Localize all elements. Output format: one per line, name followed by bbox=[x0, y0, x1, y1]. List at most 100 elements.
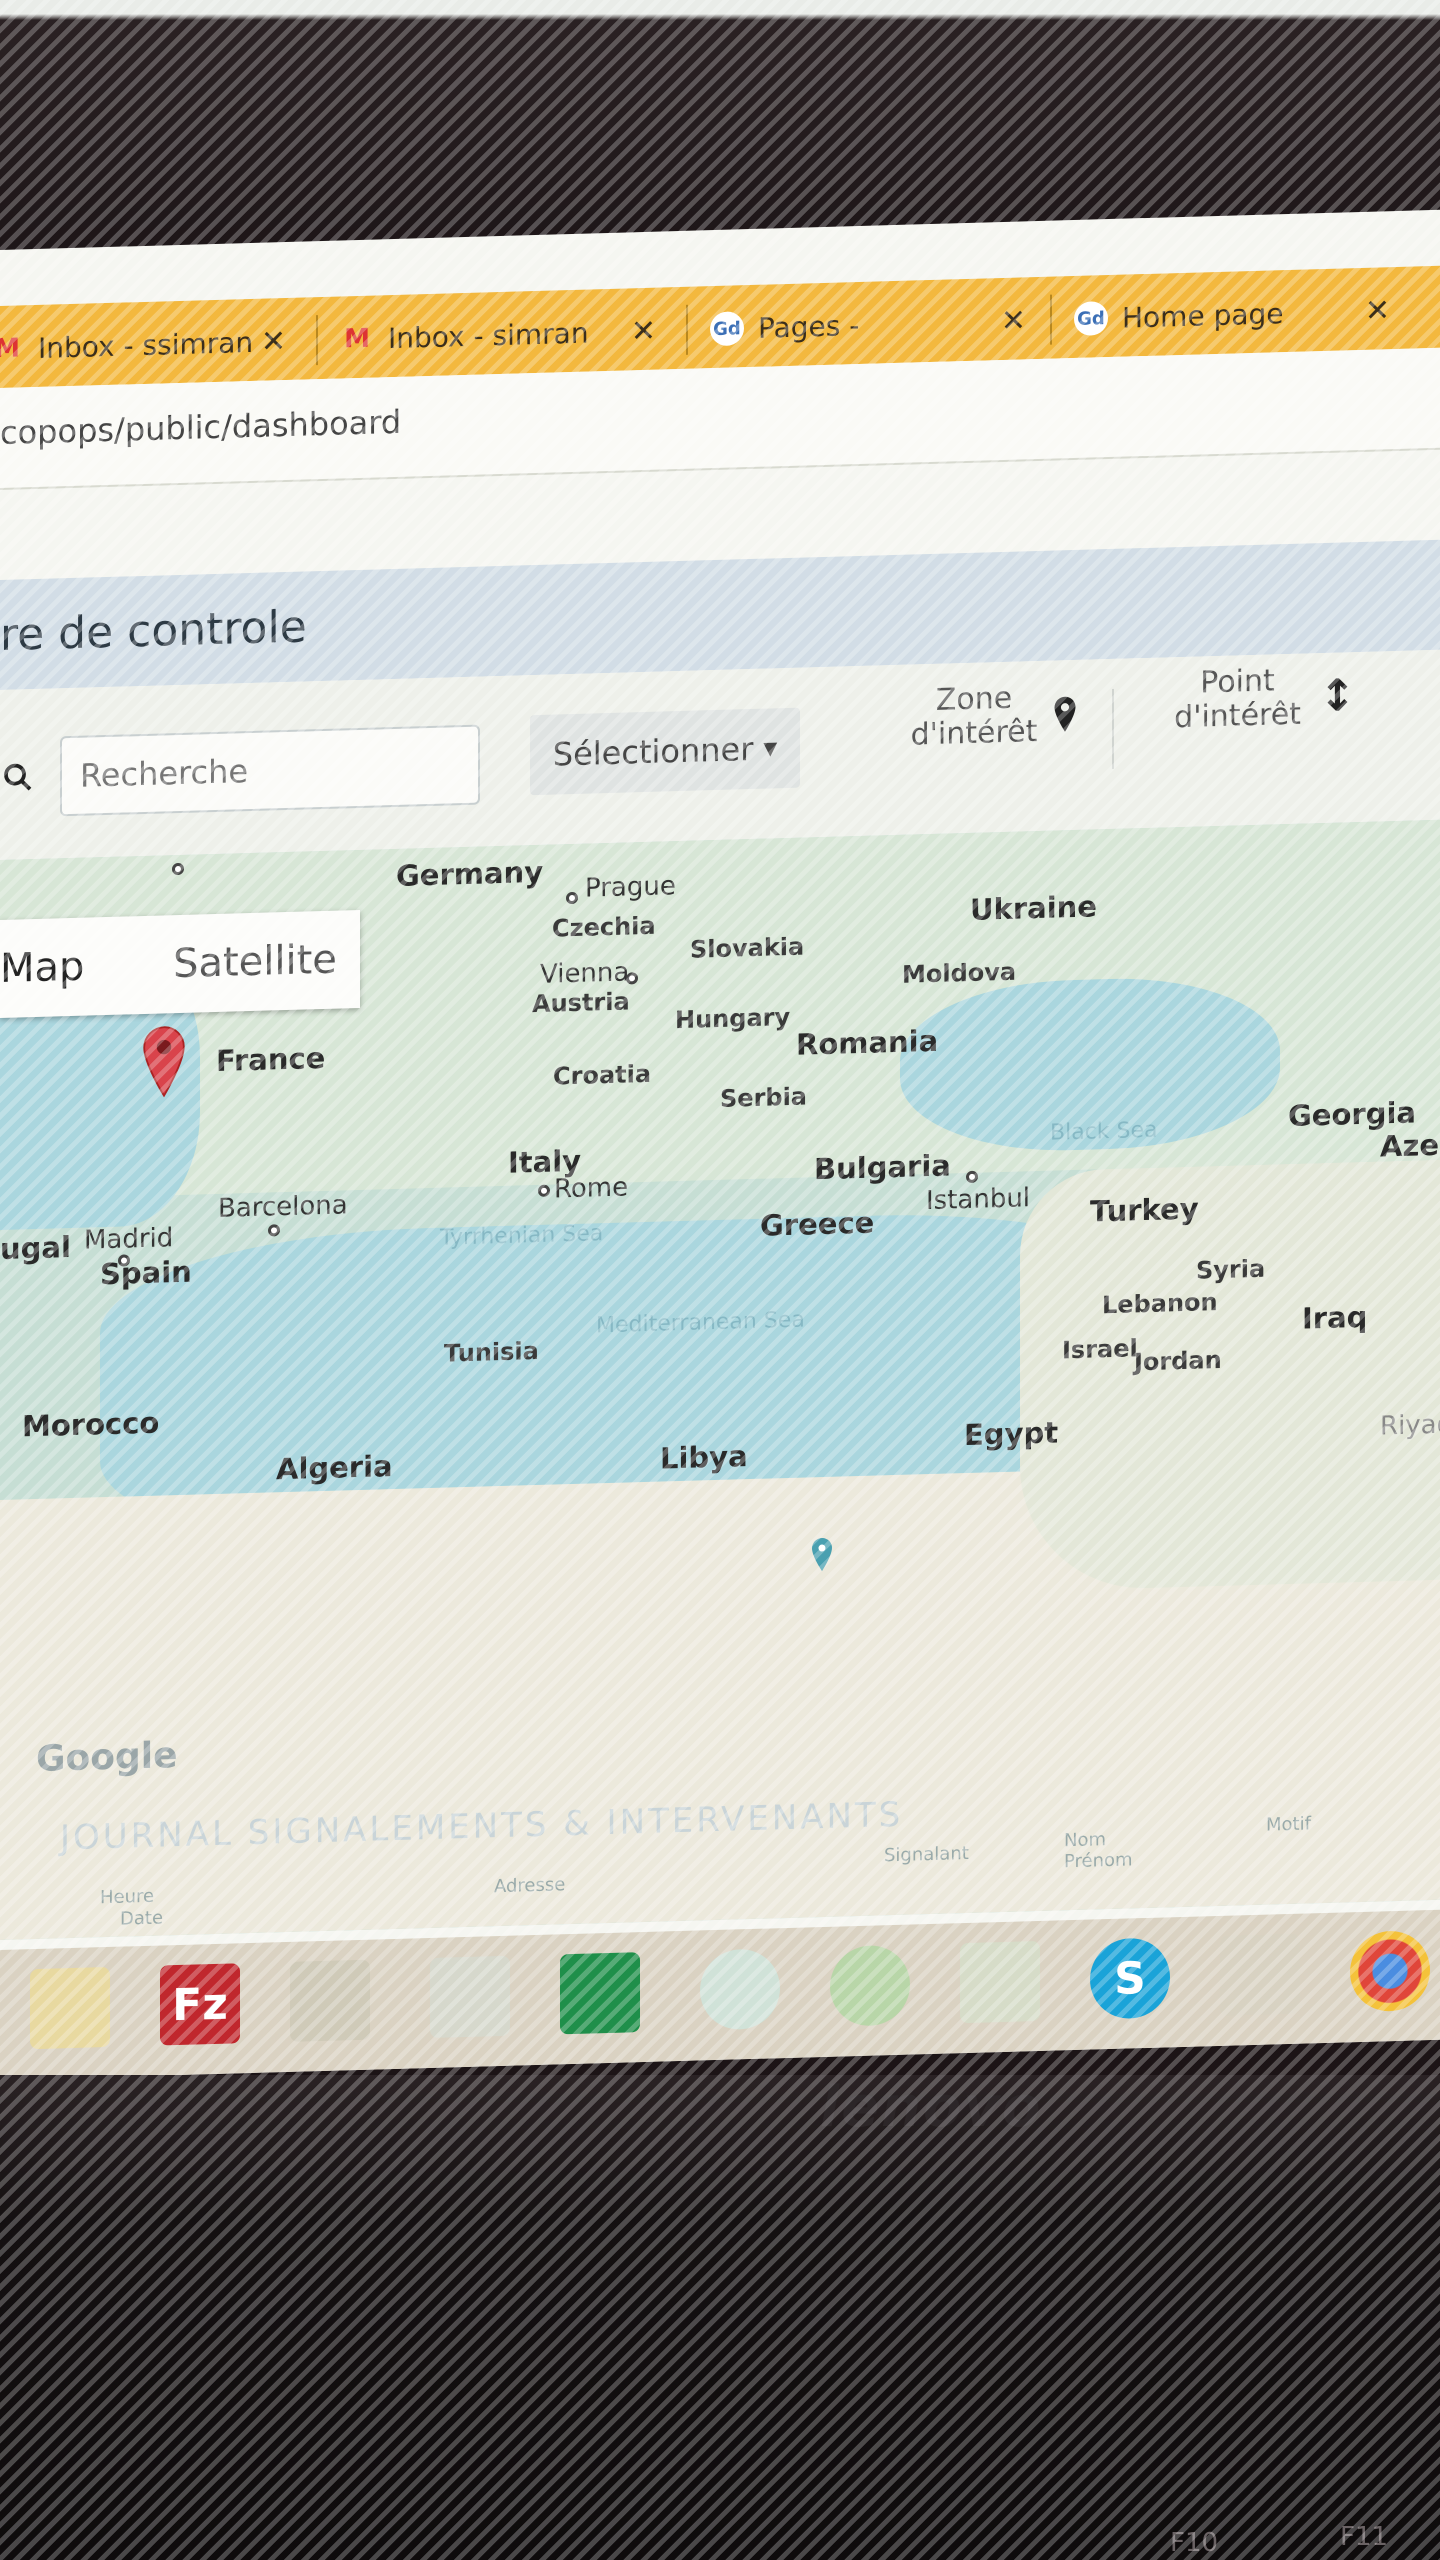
label-lebanon: Lebanon bbox=[1102, 1287, 1218, 1320]
toolbar-divider bbox=[1112, 688, 1114, 769]
laptop-brand-logo: lenovo bbox=[820, 2075, 1043, 2140]
label-germany: Germany bbox=[396, 854, 544, 893]
label-rome: Rome bbox=[554, 1172, 629, 1205]
label-serbia: Serbia bbox=[720, 1082, 807, 1113]
label-bulgaria: Bulgaria bbox=[814, 1148, 951, 1187]
point-of-interest-button[interactable]: Point d'intérêt ↕ bbox=[1140, 661, 1390, 778]
column-header-name: Nom Prénom bbox=[1064, 1829, 1133, 1873]
key-f11: F11 bbox=[1340, 2522, 1389, 2552]
map-pin-icon bbox=[1054, 696, 1076, 732]
column-header-address: Adresse bbox=[494, 1874, 566, 1898]
label-prague: Prague bbox=[585, 871, 676, 904]
gmail-icon: M bbox=[0, 333, 20, 365]
store-icon[interactable] bbox=[560, 1952, 640, 2035]
label-israel: Israel bbox=[1062, 1334, 1138, 1365]
tab-inbox-1[interactable]: M Inbox - ssimran ✕ bbox=[0, 306, 300, 385]
red-map-marker-icon[interactable] bbox=[142, 1025, 186, 1098]
map-view[interactable]: Germany Czechia Slovakia Ukraine Moldova… bbox=[0, 819, 1440, 1941]
label-moldova: Moldova bbox=[902, 957, 1017, 989]
close-icon[interactable]: ✕ bbox=[261, 324, 286, 360]
label-azerbaijan: Aze bbox=[1380, 1127, 1439, 1164]
label-hungary: Hungary bbox=[675, 1002, 791, 1035]
label-madrid: Madrid bbox=[84, 1223, 174, 1256]
tab-divider bbox=[1050, 294, 1052, 345]
file-explorer-icon[interactable] bbox=[290, 1959, 370, 2042]
edge-icon[interactable] bbox=[700, 1948, 780, 2031]
label-iraq: Iraq bbox=[1302, 1299, 1368, 1336]
chrome-icon[interactable] bbox=[1350, 1930, 1430, 2013]
label-georgia: Georgia bbox=[1288, 1095, 1416, 1134]
label-black-sea: Black Sea bbox=[1050, 1117, 1158, 1146]
mail-icon[interactable] bbox=[430, 1955, 510, 2038]
site-icon: Gd bbox=[1074, 301, 1108, 337]
app-icon[interactable] bbox=[960, 1940, 1040, 2024]
select-label: Sélectionner bbox=[552, 729, 754, 774]
label-istanbul: Istanbul bbox=[926, 1183, 1031, 1217]
label-egypt: Egypt bbox=[964, 1415, 1059, 1453]
teal-map-marker-icon[interactable] bbox=[810, 1537, 834, 1574]
point-label-line2: d'intérêt bbox=[1174, 696, 1301, 736]
map-type-satellite-button[interactable]: Satellite bbox=[150, 910, 360, 1014]
label-jordan: Jordan bbox=[1134, 1345, 1222, 1377]
caret-down-icon: ▼ bbox=[763, 737, 778, 760]
land-middle-east bbox=[1020, 1159, 1440, 1592]
label-algeria: Algeria bbox=[276, 1449, 393, 1487]
label-slovakia: Slovakia bbox=[690, 932, 805, 964]
windows-taskbar: Fz S bbox=[0, 1909, 1440, 2080]
label-tyrrhenian-sea: Tyrrhenian Sea bbox=[440, 1221, 604, 1251]
label-tunisia: Tunisia bbox=[444, 1336, 539, 1368]
point-label-line1: Point bbox=[1200, 663, 1275, 701]
close-icon[interactable]: ✕ bbox=[631, 313, 656, 349]
zone-of-interest-button[interactable]: Zone d'intérêt bbox=[880, 679, 1110, 795]
label-syria: Syria bbox=[1196, 1254, 1266, 1285]
column-header-reason: Motif bbox=[1266, 1813, 1311, 1836]
label-vienna: Vienna bbox=[540, 957, 630, 990]
city-marker bbox=[966, 1170, 978, 1184]
zone-label-line1: Zone bbox=[935, 680, 1013, 718]
column-header-time: Heure bbox=[100, 1885, 155, 1909]
tab-inbox-2[interactable]: M Inbox - simran ✕ bbox=[340, 295, 670, 374]
label-austria: Austria bbox=[532, 987, 630, 1019]
key-f10: F10 bbox=[1170, 2528, 1219, 2558]
tab-divider bbox=[686, 304, 688, 355]
paint-icon[interactable] bbox=[1220, 1933, 1300, 2016]
label-turkey: Turkey bbox=[1090, 1191, 1199, 1229]
tab-label: Home page bbox=[1122, 296, 1284, 335]
gmail-icon: M bbox=[344, 323, 370, 355]
app-icon[interactable] bbox=[830, 1944, 910, 2027]
label-spain: Spain bbox=[100, 1254, 192, 1292]
select-dropdown[interactable]: Sélectionner ▼ bbox=[530, 707, 800, 796]
site-icon: Gd bbox=[710, 311, 744, 347]
label-riyadh: Riyad bbox=[1380, 1409, 1440, 1442]
close-icon[interactable]: ✕ bbox=[1365, 293, 1390, 329]
url-text[interactable]: copops/public/dashboard bbox=[0, 403, 401, 452]
label-czechia: Czechia bbox=[552, 911, 656, 943]
folder-icon[interactable] bbox=[30, 1966, 110, 2050]
close-icon[interactable]: ✕ bbox=[1001, 303, 1026, 339]
tab-home-page[interactable]: Gd Home page ✕ bbox=[1074, 275, 1404, 354]
map-type-map-button[interactable]: Map bbox=[0, 916, 150, 1018]
skype-icon[interactable]: S bbox=[1090, 1937, 1170, 2020]
vertical-arrows-icon: ↕ bbox=[1318, 670, 1356, 723]
map-type-control: Map Satellite bbox=[0, 909, 360, 1018]
label-croatia: Croatia bbox=[553, 1059, 652, 1091]
filezilla-icon[interactable]: Fz bbox=[160, 1963, 240, 2046]
label-ukraine: Ukraine bbox=[970, 889, 1097, 927]
tab-pages[interactable]: Gd Pages - ✕ bbox=[710, 285, 1040, 364]
label-greece: Greece bbox=[760, 1205, 875, 1243]
search-input[interactable] bbox=[60, 724, 480, 817]
page-title: re de controle bbox=[0, 601, 307, 661]
google-logo: Google bbox=[36, 1735, 178, 1780]
laptop-screen: M Inbox - ssimran ✕ M Inbox - simran ✕ G… bbox=[0, 209, 1440, 2081]
column-header-reporter: Signalant bbox=[884, 1842, 969, 1867]
zone-label-line2: d'intérêt bbox=[910, 714, 1038, 753]
label-france: France bbox=[216, 1040, 326, 1078]
city-marker bbox=[268, 1224, 280, 1237]
label-romania: Romania bbox=[796, 1023, 939, 1062]
label-barcelona: Barcelona bbox=[218, 1190, 348, 1224]
tab-label: Inbox - ssimran bbox=[38, 325, 254, 365]
label-portugal: ugal bbox=[0, 1230, 71, 1266]
city-marker bbox=[538, 1184, 550, 1197]
search-icon[interactable] bbox=[0, 759, 36, 796]
column-header-date: Date bbox=[120, 1907, 164, 1930]
